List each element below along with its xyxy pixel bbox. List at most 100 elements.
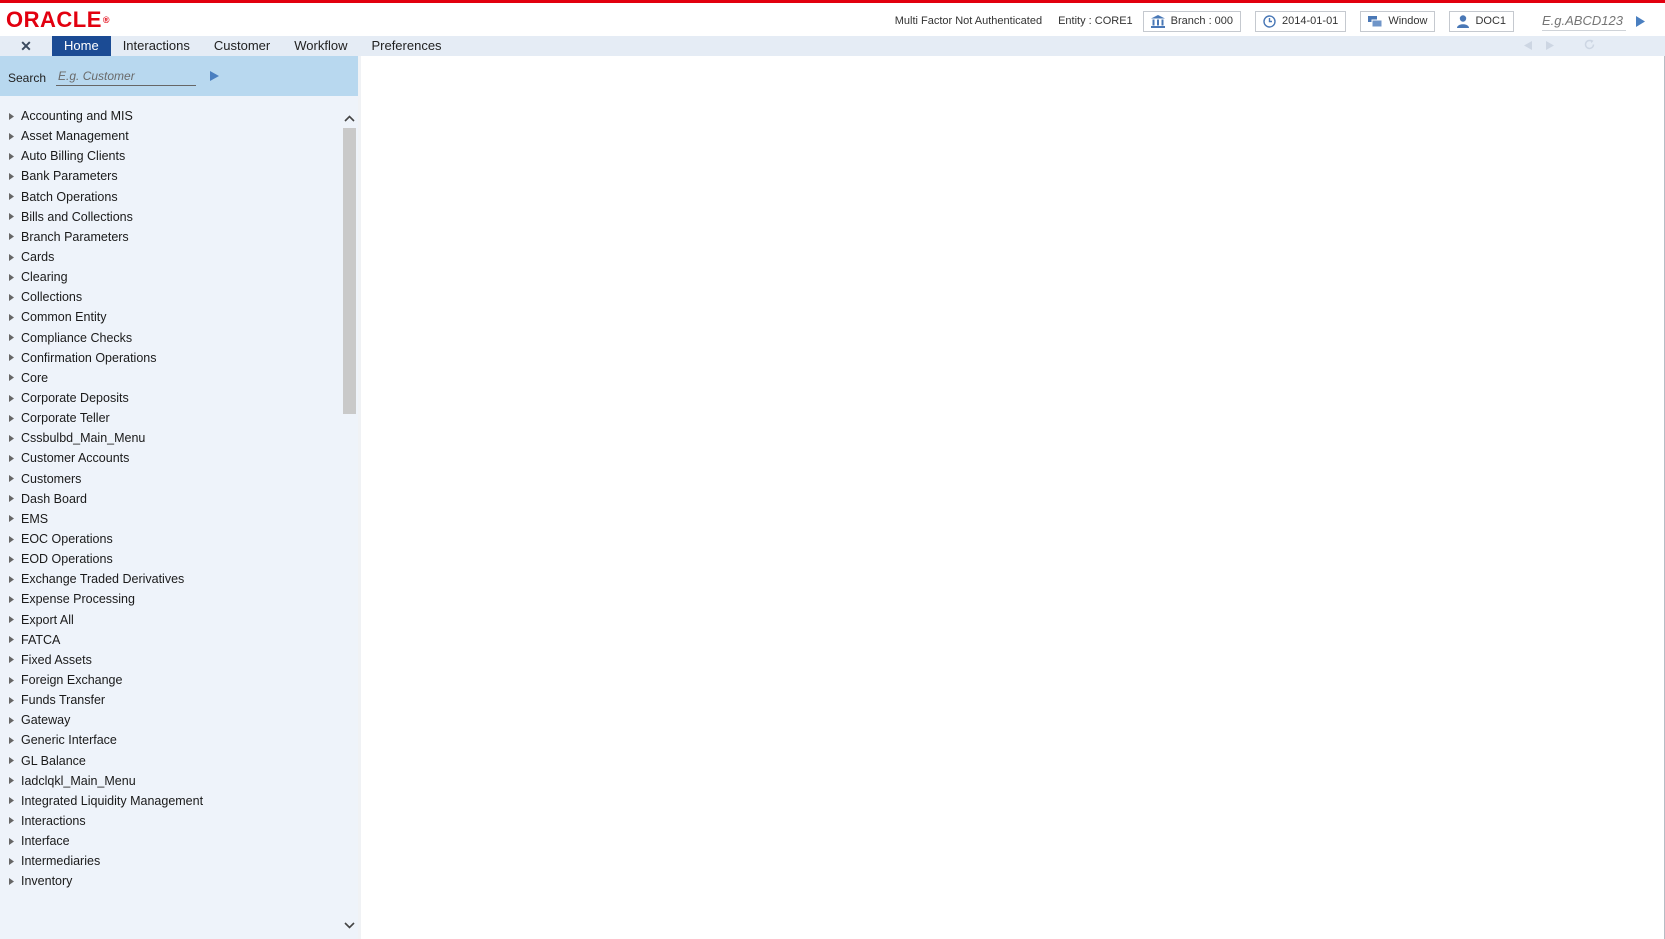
- refresh-icon[interactable]: [1584, 37, 1595, 55]
- tab-home[interactable]: Home: [52, 36, 111, 56]
- expand-arrow-icon[interactable]: [0, 112, 21, 120]
- menu-search-input[interactable]: [56, 66, 197, 86]
- expand-arrow-icon[interactable]: [0, 495, 21, 503]
- expand-arrow-icon[interactable]: [0, 535, 21, 543]
- menu-item[interactable]: Corporate Deposits: [0, 388, 340, 408]
- tab-interactions[interactable]: Interactions: [111, 36, 202, 56]
- expand-arrow-icon[interactable]: [0, 454, 21, 462]
- menu-item[interactable]: Expense Processing: [0, 589, 340, 609]
- expand-arrow-icon[interactable]: [0, 213, 21, 221]
- expand-arrow-icon[interactable]: [0, 575, 21, 583]
- expand-arrow-icon[interactable]: [0, 354, 21, 362]
- expand-arrow-icon[interactable]: [0, 877, 21, 885]
- expand-arrow-icon[interactable]: [0, 736, 21, 744]
- tab-preferences[interactable]: Preferences: [359, 36, 453, 56]
- expand-arrow-icon[interactable]: [0, 857, 21, 865]
- menu-item[interactable]: Foreign Exchange: [0, 670, 340, 690]
- menu-item[interactable]: Compliance Checks: [0, 328, 340, 348]
- date-button[interactable]: 2014-01-01: [1255, 10, 1347, 32]
- search-go-icon[interactable]: [210, 71, 220, 81]
- menu-item[interactable]: EMS: [0, 509, 340, 529]
- menu-item[interactable]: Fixed Assets: [0, 650, 340, 670]
- menu-item[interactable]: Auto Billing Clients: [0, 146, 340, 166]
- pane-divider[interactable]: [358, 56, 361, 939]
- quick-search-input[interactable]: [1542, 11, 1626, 31]
- menu-item[interactable]: Integrated Liquidity Management: [0, 791, 340, 811]
- expand-arrow-icon[interactable]: [0, 414, 21, 422]
- expand-arrow-icon[interactable]: [0, 636, 21, 644]
- forward-icon[interactable]: [1546, 37, 1554, 55]
- menu-item[interactable]: Interactions: [0, 811, 340, 831]
- menu-item[interactable]: Cards: [0, 247, 340, 267]
- menu-item[interactable]: FATCA: [0, 630, 340, 650]
- expand-arrow-icon[interactable]: [0, 515, 21, 523]
- expand-arrow-icon[interactable]: [0, 152, 21, 160]
- expand-arrow-icon[interactable]: [0, 797, 21, 805]
- menu-item[interactable]: Bills and Collections: [0, 207, 340, 227]
- menu-item[interactable]: EOD Operations: [0, 549, 340, 569]
- expand-arrow-icon[interactable]: [0, 837, 21, 845]
- window-button[interactable]: Window: [1360, 10, 1436, 32]
- expand-arrow-icon[interactable]: [0, 656, 21, 664]
- scroll-up-icon[interactable]: [342, 110, 357, 126]
- expand-arrow-icon[interactable]: [0, 334, 21, 342]
- menu-item[interactable]: EOC Operations: [0, 529, 340, 549]
- menu-item[interactable]: Intermediaries: [0, 851, 340, 871]
- expand-arrow-icon[interactable]: [0, 434, 21, 442]
- scroll-down-icon[interactable]: [342, 917, 357, 933]
- expand-arrow-icon[interactable]: [0, 595, 21, 603]
- close-menu-button[interactable]: ✕: [0, 36, 52, 56]
- menu-item[interactable]: Gateway: [0, 710, 340, 730]
- menu-item[interactable]: Core: [0, 368, 340, 388]
- menu-item[interactable]: Generic Interface: [0, 730, 340, 750]
- expand-arrow-icon[interactable]: [0, 253, 21, 261]
- expand-arrow-icon[interactable]: [0, 777, 21, 785]
- menu-item[interactable]: Cssbulbd_Main_Menu: [0, 428, 340, 448]
- menu-item[interactable]: Asset Management: [0, 126, 340, 146]
- expand-arrow-icon[interactable]: [0, 394, 21, 402]
- menu-item[interactable]: Inventory: [0, 871, 340, 891]
- expand-arrow-icon[interactable]: [0, 696, 21, 704]
- menu-item[interactable]: Dash Board: [0, 489, 340, 509]
- expand-arrow-icon[interactable]: [0, 475, 21, 483]
- menu-item[interactable]: Bank Parameters: [0, 166, 340, 186]
- back-icon[interactable]: [1524, 37, 1532, 55]
- expand-arrow-icon[interactable]: [0, 293, 21, 301]
- expand-arrow-icon[interactable]: [0, 374, 21, 382]
- expand-arrow-icon[interactable]: [0, 233, 21, 241]
- menu-item[interactable]: Common Entity: [0, 307, 340, 327]
- quick-search-go-icon[interactable]: [1636, 15, 1645, 27]
- expand-arrow-icon[interactable]: [0, 132, 21, 140]
- user-button[interactable]: DOC1: [1449, 10, 1514, 32]
- branch-button[interactable]: Branch : 000: [1142, 10, 1242, 32]
- expand-arrow-icon[interactable]: [0, 616, 21, 624]
- expand-arrow-icon[interactable]: [0, 817, 21, 825]
- menu-item[interactable]: GL Balance: [0, 751, 340, 771]
- scroll-thumb[interactable]: [343, 128, 356, 414]
- expand-arrow-icon[interactable]: [0, 172, 21, 180]
- menu-item[interactable]: Corporate Teller: [0, 408, 340, 428]
- menu-item[interactable]: Accounting and MIS: [0, 106, 340, 126]
- menu-item[interactable]: Export All: [0, 610, 340, 630]
- menu-item[interactable]: Batch Operations: [0, 187, 340, 207]
- expand-arrow-icon[interactable]: [0, 555, 21, 563]
- menu-item[interactable]: Branch Parameters: [0, 227, 340, 247]
- expand-arrow-icon[interactable]: [0, 716, 21, 724]
- tab-customer[interactable]: Customer: [202, 36, 282, 56]
- menu-item[interactable]: Customer Accounts: [0, 448, 340, 468]
- menu-item[interactable]: Confirmation Operations: [0, 348, 340, 368]
- menu-item[interactable]: Interface: [0, 831, 340, 851]
- expand-arrow-icon[interactable]: [0, 676, 21, 684]
- menu-item[interactable]: Clearing: [0, 267, 340, 287]
- menu-item[interactable]: Customers: [0, 469, 340, 489]
- expand-arrow-icon[interactable]: [0, 193, 21, 201]
- menu-item[interactable]: Collections: [0, 287, 340, 307]
- menu-item[interactable]: Iadclqkl_Main_Menu: [0, 771, 340, 791]
- expand-arrow-icon[interactable]: [0, 273, 21, 281]
- sidebar-scrollbar[interactable]: [342, 106, 357, 939]
- menu-item[interactable]: Exchange Traded Derivatives: [0, 569, 340, 589]
- expand-arrow-icon[interactable]: [0, 313, 21, 321]
- expand-arrow-icon[interactable]: [0, 757, 21, 765]
- tab-workflow[interactable]: Workflow: [282, 36, 359, 56]
- menu-item[interactable]: Funds Transfer: [0, 690, 340, 710]
